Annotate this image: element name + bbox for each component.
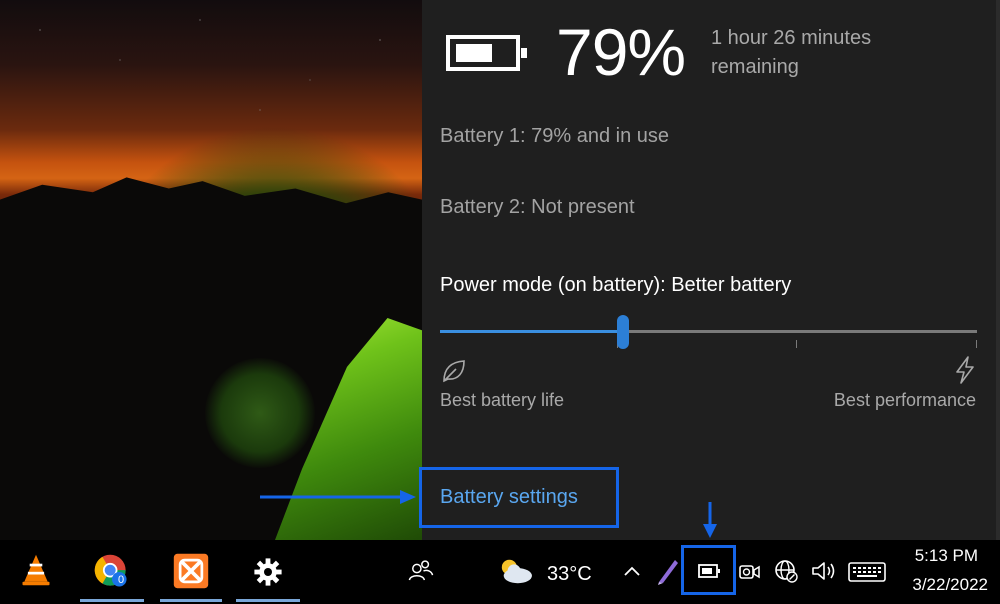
settings-gear-icon[interactable]: [248, 552, 288, 592]
window-edge: [996, 0, 1000, 540]
time-remaining: 1 hour 26 minutes remaining: [711, 27, 872, 78]
highlight-box-battery: [681, 545, 736, 595]
pen-icon[interactable]: [655, 556, 681, 586]
battery-percentage: 79%: [556, 15, 686, 89]
power-mode-slider[interactable]: [440, 315, 977, 349]
power-mode-label: Power mode (on battery): Better battery: [440, 274, 792, 296]
slider-tick: [976, 340, 977, 348]
people-icon[interactable]: [404, 554, 438, 588]
best-performance-label: Best performance: [833, 390, 976, 410]
chrome-badge: 0: [117, 574, 125, 586]
battery-flyout: 79% 1 hour 26 minutes remaining Battery …: [422, 0, 1000, 540]
chevron-up-icon[interactable]: [622, 563, 642, 579]
arrow-right-icon: [260, 490, 416, 504]
desktop-wallpaper: [0, 0, 425, 540]
arrow-down-icon: [703, 502, 717, 538]
weather-cloudy-icon[interactable]: [494, 554, 536, 588]
volume-icon[interactable]: [810, 559, 838, 583]
keyboard-icon[interactable]: [848, 561, 886, 583]
battery-2-status: Battery 2: Not present: [440, 196, 635, 218]
slider-thumb[interactable]: [617, 315, 629, 349]
battery-icon: [446, 35, 527, 71]
best-battery-life-label: Best battery life: [440, 390, 565, 410]
camera-icon[interactable]: [737, 560, 761, 584]
weather-temperature[interactable]: 33°C: [547, 563, 592, 586]
chrome-icon[interactable]: 0: [90, 550, 134, 594]
xampp-icon[interactable]: [170, 550, 212, 592]
battery-1-status: Battery 1: 79% and in use: [440, 125, 670, 147]
slider-fill: [440, 330, 623, 333]
bush: [205, 358, 315, 468]
xampp-active-indicator: [160, 599, 222, 602]
night-sky: [0, 0, 422, 150]
battery-level-fill: [456, 44, 492, 62]
clock-time[interactable]: 5:13 PM: [912, 546, 978, 566]
highlight-box-settings: [419, 467, 619, 528]
chrome-active-indicator: [80, 599, 144, 602]
vlc-icon[interactable]: [16, 550, 56, 590]
clock-date[interactable]: 3/22/2022: [898, 575, 988, 595]
settings-active-indicator: [236, 599, 300, 602]
network-globe-icon[interactable]: [773, 558, 799, 584]
leaf-icon: [443, 360, 465, 383]
battery-terminal: [521, 48, 527, 58]
slider-tick: [796, 340, 797, 348]
bolt-icon: [956, 356, 974, 384]
